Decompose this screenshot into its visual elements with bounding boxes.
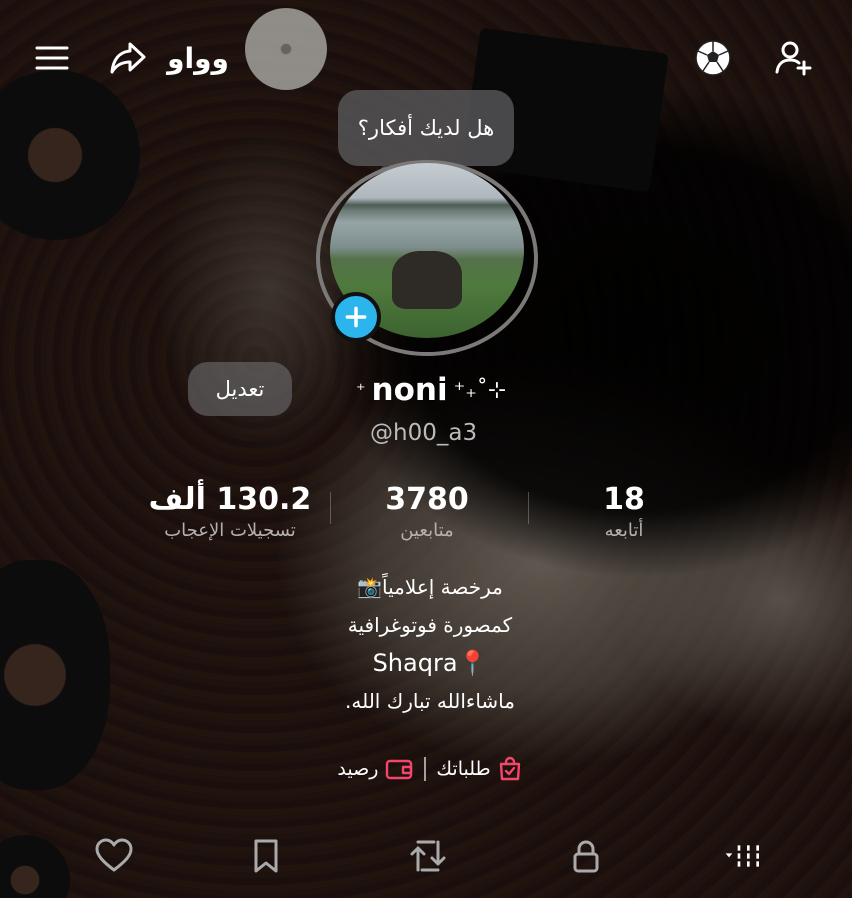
add-user-icon[interactable] (772, 36, 816, 80)
wallet-icon (386, 759, 413, 780)
profile-links: طلباتك رصيد (300, 752, 560, 786)
likes-label: تسجيلات الإعجاب (164, 520, 296, 541)
display-name-text: noni (371, 372, 448, 408)
orders-link[interactable]: طلباتك (436, 756, 522, 782)
following-count: 18 (603, 482, 645, 517)
add-story-button[interactable] (331, 292, 381, 342)
grid-icon (725, 845, 759, 867)
tab-bookmarks[interactable] (238, 828, 294, 884)
followers-count: 3780 (385, 482, 469, 517)
bookmark-icon (254, 839, 278, 873)
following-stat[interactable]: 18 أتابعه (584, 482, 664, 541)
tab-liked[interactable] (86, 828, 142, 884)
followers-label: متابعين (400, 520, 454, 541)
name-decoration: ⁺₊˚⊹ (453, 377, 507, 403)
divider (330, 492, 331, 524)
edit-profile-button[interactable]: تعديل (188, 362, 292, 416)
name-decoration: ⁺ (356, 379, 366, 401)
likes-count: 130.2 ألف (148, 482, 312, 517)
bio-line: كمصورة فوتوغرافية (347, 613, 513, 637)
tab-reposts[interactable] (400, 828, 456, 884)
share-icon[interactable] (106, 36, 150, 80)
bio-line: ماشاءالله تبارك الله. (345, 689, 515, 713)
tab-videos-grid[interactable] (708, 828, 778, 884)
display-name: ⁺ noni ⁺₊˚⊹ (356, 368, 546, 412)
following-label: أتابعه (604, 520, 644, 541)
heart-icon (95, 838, 133, 872)
emoji-text-icon[interactable]: ﻭﻭﺍﻭ (167, 36, 229, 80)
repost-icon (410, 840, 446, 872)
bio-line: 📍Shaqra (372, 649, 488, 677)
bio-line: مرخصة إعلامياً📸 (357, 575, 503, 599)
tab-private[interactable] (558, 828, 614, 884)
shopping-bag-icon (499, 756, 520, 781)
lock-icon (573, 840, 599, 873)
ideas-bubble[interactable]: هل لديك أفكار؟ (338, 90, 514, 166)
soccer-ball-icon[interactable] (691, 36, 735, 80)
orders-label: طلباتك (436, 758, 491, 780)
likes-stat[interactable]: 130.2 ألف تسجيلات الإعجاب (140, 482, 320, 541)
menu-icon[interactable] (30, 36, 74, 80)
plus-icon (345, 306, 367, 328)
bio: مرخصة إعلامياً📸 كمصورة فوتوغرافية 📍Shaqr… (270, 568, 590, 720)
username: @h00_a3 (370, 420, 478, 446)
followers-stat[interactable]: 3780 متابعين (374, 482, 480, 541)
links-separator (424, 757, 427, 781)
balance-link[interactable]: رصيد (337, 756, 414, 782)
balance-label: رصيد (337, 758, 379, 780)
divider (528, 492, 529, 524)
